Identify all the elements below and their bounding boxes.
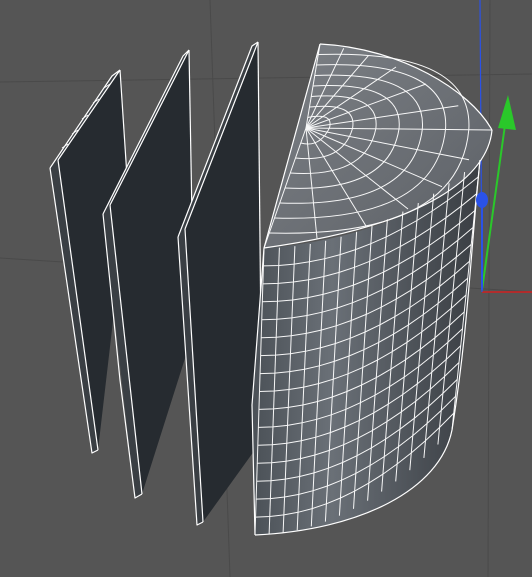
half-cylinder[interactable] (251, 43, 493, 536)
viewport-scene[interactable] (0, 0, 532, 577)
y-axis-arrow-icon[interactable] (498, 95, 516, 130)
3d-viewport[interactable] (0, 0, 532, 577)
z-axis-arrow-icon[interactable] (476, 192, 488, 208)
